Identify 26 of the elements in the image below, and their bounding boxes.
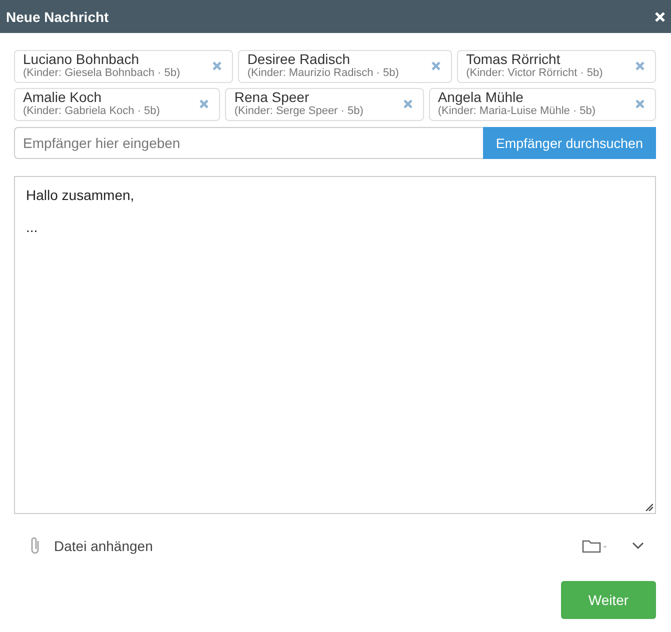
remove-icon[interactable] (212, 61, 222, 71)
chevron-down-icon[interactable] (632, 542, 644, 550)
remove-icon[interactable] (635, 99, 646, 109)
recipient-name: Rena Speer (234, 90, 310, 105)
recipient-detail: (Kinder: Victor Rörricht · 5b) (466, 67, 603, 80)
remove-icon[interactable] (402, 99, 413, 109)
recipient-input[interactable]: Empfänger hier eingeben (14, 127, 483, 159)
recipient-detail: (Kinder: Maurizio Radisch · 5b) (247, 67, 399, 80)
recipient-name: Tomas Rörricht (466, 52, 562, 67)
recipient-name: Angela Mühle (438, 90, 524, 105)
close-icon[interactable] (655, 12, 665, 22)
remove-icon[interactable] (431, 61, 442, 71)
recipient-name: Desiree Radisch (247, 52, 352, 67)
resize-grip-icon[interactable] (645, 503, 653, 511)
remove-icon[interactable] (199, 99, 210, 109)
recipient-detail: (Kinder: Giesela Bohnbach · 5b) (23, 67, 180, 80)
window-title: Neue Nachricht (6, 8, 109, 24)
folder-icon[interactable] (582, 539, 608, 553)
message-field[interactable]: Hallo zusammen, ... (14, 176, 656, 514)
recipient-detail: (Kinder: Gabriela Koch · 5b) (23, 105, 160, 118)
remove-icon[interactable] (634, 61, 645, 71)
recipient-name: Amalie Koch (23, 90, 103, 105)
recipient-detail: (Kinder: Maria-Luise Mühle · 5b) (438, 105, 596, 118)
recipient-name: Luciano Bohnbach (23, 52, 140, 67)
recipient-detail: (Kinder: Serge Speer · 5b) (234, 105, 364, 118)
attach-file-link[interactable]: Datei anhängen (54, 538, 582, 554)
